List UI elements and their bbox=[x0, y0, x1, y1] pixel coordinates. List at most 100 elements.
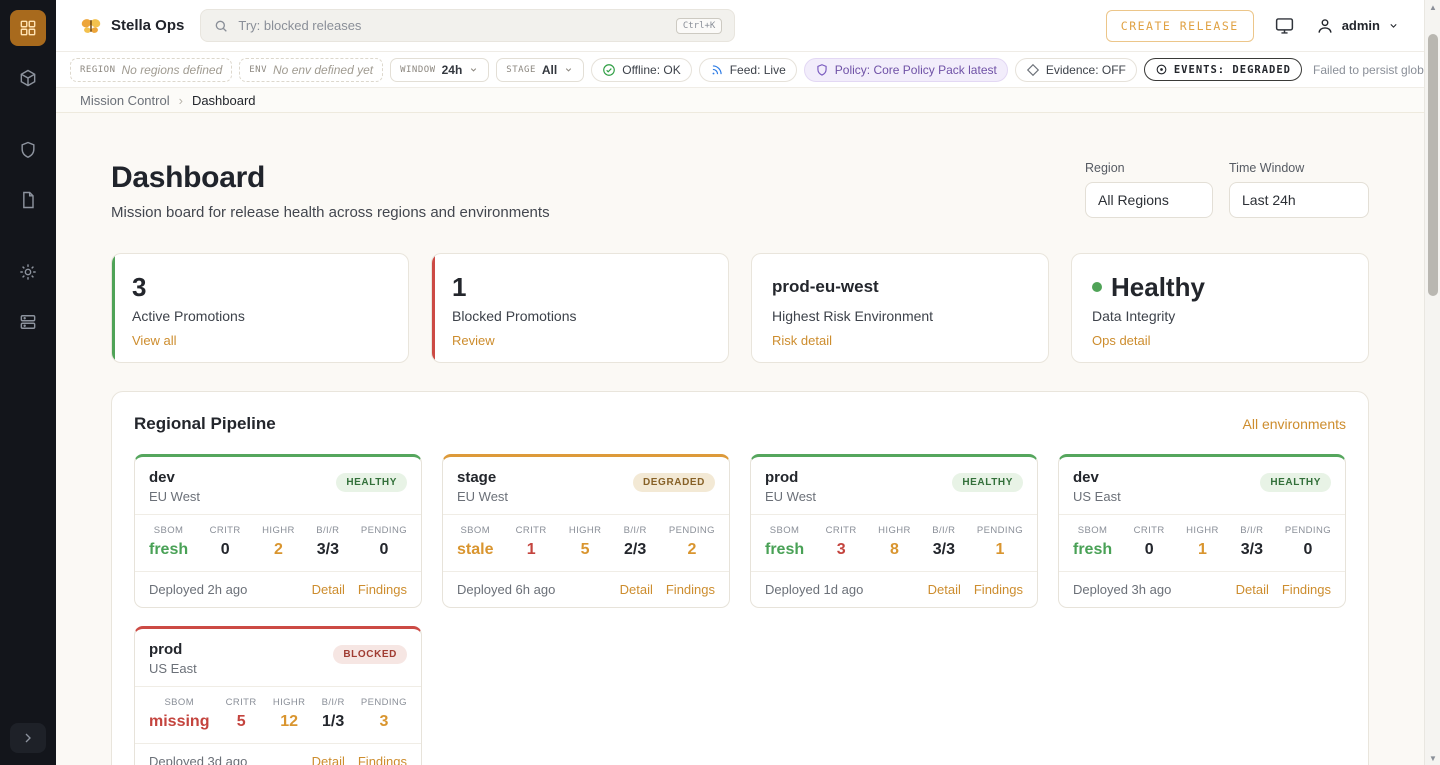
sidebar-expand-button[interactable] bbox=[10, 723, 46, 753]
policy-status-chip[interactable]: Policy: Core Policy Pack latest bbox=[804, 58, 1008, 82]
metric-sbom: SBOMfresh bbox=[1073, 525, 1112, 559]
status-badge: DEGRADED bbox=[633, 473, 715, 492]
view-all-link[interactable]: View all bbox=[132, 333, 177, 348]
status-badge: BLOCKED bbox=[333, 645, 407, 664]
scrollbar-thumb[interactable] bbox=[1428, 34, 1438, 296]
chip-label: Offline: OK bbox=[622, 63, 680, 77]
detail-link[interactable]: Detail bbox=[312, 754, 345, 765]
health-dot bbox=[1092, 282, 1102, 292]
create-release-button[interactable]: CREATE RELEASE bbox=[1106, 10, 1254, 42]
search-bar[interactable]: Ctrl+K bbox=[200, 9, 735, 42]
breadcrumb: Mission Control › Dashboard bbox=[56, 88, 1424, 113]
findings-link[interactable]: Findings bbox=[358, 582, 407, 597]
sidebar-item-dashboard[interactable] bbox=[10, 10, 46, 46]
scroll-up-arrow-icon[interactable]: ▲ bbox=[1425, 0, 1440, 14]
metric-value: 0 bbox=[361, 541, 407, 559]
sidebar-item-documents[interactable] bbox=[10, 182, 46, 218]
env-context-pill[interactable]: ENV No env defined yet bbox=[239, 58, 383, 82]
card-links: Detail Findings bbox=[928, 582, 1023, 597]
environment-name: dev bbox=[1073, 469, 1121, 486]
findings-link[interactable]: Findings bbox=[666, 582, 715, 597]
findings-link[interactable]: Findings bbox=[974, 582, 1023, 597]
stats-row: 3 Active Promotions View all 1 Blocked P… bbox=[111, 253, 1369, 363]
feed-status-chip[interactable]: Feed: Live bbox=[699, 58, 797, 82]
user-name: admin bbox=[1342, 18, 1380, 33]
metric-value: 1 bbox=[1186, 541, 1219, 559]
grid-icon bbox=[18, 18, 38, 38]
environment-region: EU West bbox=[149, 489, 200, 504]
metric-bir: B/I/R3/3 bbox=[316, 525, 339, 559]
scroll-down-arrow-icon[interactable]: ▼ bbox=[1425, 751, 1440, 765]
detail-link[interactable]: Detail bbox=[928, 582, 961, 597]
pipeline-card-head: prod US East BLOCKED bbox=[135, 629, 421, 686]
deployed-time: Deployed 3h ago bbox=[1073, 582, 1171, 597]
findings-link[interactable]: Findings bbox=[1282, 582, 1331, 597]
pipeline-card: prod US East BLOCKED SBOMmissing CRITR5 … bbox=[134, 626, 422, 765]
breadcrumb-parent[interactable]: Mission Control bbox=[80, 93, 170, 108]
metric-value: 0 bbox=[1285, 541, 1331, 559]
metric-critr: CRITR0 bbox=[1134, 525, 1165, 559]
metric-label: PENDING bbox=[977, 525, 1023, 536]
metric-label: B/I/R bbox=[1240, 525, 1263, 536]
detail-link[interactable]: Detail bbox=[620, 582, 653, 597]
pipeline-header: Regional Pipeline All environments bbox=[134, 414, 1346, 434]
risk-detail-link[interactable]: Risk detail bbox=[772, 333, 832, 348]
vertical-scrollbar[interactable]: ▲ ▼ bbox=[1424, 0, 1440, 765]
evidence-status-chip[interactable]: Evidence: OFF bbox=[1015, 58, 1137, 82]
region-context-pill[interactable]: REGION No regions defined bbox=[70, 58, 232, 82]
sidebar-item-infrastructure[interactable] bbox=[10, 304, 46, 340]
metric-label: HIGHR bbox=[273, 697, 306, 708]
topbar-actions: CREATE RELEASE admin bbox=[1106, 10, 1400, 42]
metric-bir: B/I/R1/3 bbox=[322, 697, 345, 731]
pipeline-card-head: dev EU West HEALTHY bbox=[135, 457, 421, 514]
events-status-chip[interactable]: EVENTS: DEGRADED bbox=[1144, 58, 1302, 81]
metric-label: SBOM bbox=[1073, 525, 1112, 536]
metric-critr: CRITR1 bbox=[516, 525, 547, 559]
metric-value: 2 bbox=[262, 541, 295, 559]
page-header: Dashboard Mission board for release heal… bbox=[111, 161, 1369, 221]
region-select[interactable]: All Regions bbox=[1085, 182, 1213, 218]
context-warning-message: Failed to persist global context prefere… bbox=[1313, 63, 1424, 77]
window-label: WINDOW bbox=[400, 65, 436, 75]
metric-critr: CRITR5 bbox=[226, 697, 257, 731]
chevron-right-icon bbox=[20, 730, 36, 746]
sidebar-item-security[interactable] bbox=[10, 132, 46, 168]
monitor-icon[interactable] bbox=[1274, 15, 1295, 36]
stage-dropdown[interactable]: STAGE All bbox=[496, 58, 584, 82]
metric-label: SBOM bbox=[149, 697, 209, 708]
deployed-time: Deployed 2h ago bbox=[149, 582, 247, 597]
ops-detail-link[interactable]: Ops detail bbox=[1092, 333, 1151, 348]
metric-pending: PENDING1 bbox=[977, 525, 1023, 559]
sidebar-item-settings[interactable] bbox=[10, 254, 46, 290]
search-input[interactable] bbox=[238, 18, 666, 33]
review-link[interactable]: Review bbox=[452, 333, 495, 348]
sidebar-item-releases[interactable] bbox=[10, 60, 46, 96]
pipeline-grid: dev EU West HEALTHY SBOMfresh CRITR0 HIG… bbox=[134, 454, 1346, 765]
offline-status-chip[interactable]: Offline: OK bbox=[591, 58, 691, 82]
metric-label: B/I/R bbox=[322, 697, 345, 708]
metric-label: B/I/R bbox=[624, 525, 647, 536]
metric-value: 1 bbox=[516, 541, 547, 559]
pipeline-card-head: stage EU West DEGRADED bbox=[443, 457, 729, 514]
time-window-select[interactable]: Last 24h bbox=[1229, 182, 1369, 218]
page-subtitle: Mission board for release health across … bbox=[111, 204, 550, 221]
user-menu[interactable]: admin bbox=[1315, 16, 1400, 36]
stat-label: Highest Risk Environment bbox=[772, 308, 1028, 324]
environment-name: prod bbox=[765, 469, 816, 486]
metric-value: 2/3 bbox=[624, 541, 647, 559]
detail-link[interactable]: Detail bbox=[312, 582, 345, 597]
metric-sbom: SBOMmissing bbox=[149, 697, 209, 731]
findings-link[interactable]: Findings bbox=[358, 754, 407, 765]
metric-value: 0 bbox=[1134, 541, 1165, 559]
window-dropdown[interactable]: WINDOW 24h bbox=[390, 58, 489, 82]
file-icon bbox=[18, 190, 38, 210]
metric-sbom: SBOMfresh bbox=[765, 525, 804, 559]
environment-info: prod US East bbox=[149, 641, 197, 676]
all-environments-link[interactable]: All environments bbox=[1243, 416, 1347, 432]
metric-critr: CRITR3 bbox=[826, 525, 857, 559]
deployed-time: Deployed 1d ago bbox=[765, 582, 863, 597]
metrics-row: SBOMmissing CRITR5 HIGHR12 B/I/R1/3 PEND… bbox=[135, 686, 421, 743]
metric-value: 3 bbox=[361, 713, 407, 731]
detail-link[interactable]: Detail bbox=[1236, 582, 1269, 597]
metrics-row: SBOMfresh CRITR0 HIGHR1 B/I/R3/3 PENDING… bbox=[1059, 514, 1345, 571]
